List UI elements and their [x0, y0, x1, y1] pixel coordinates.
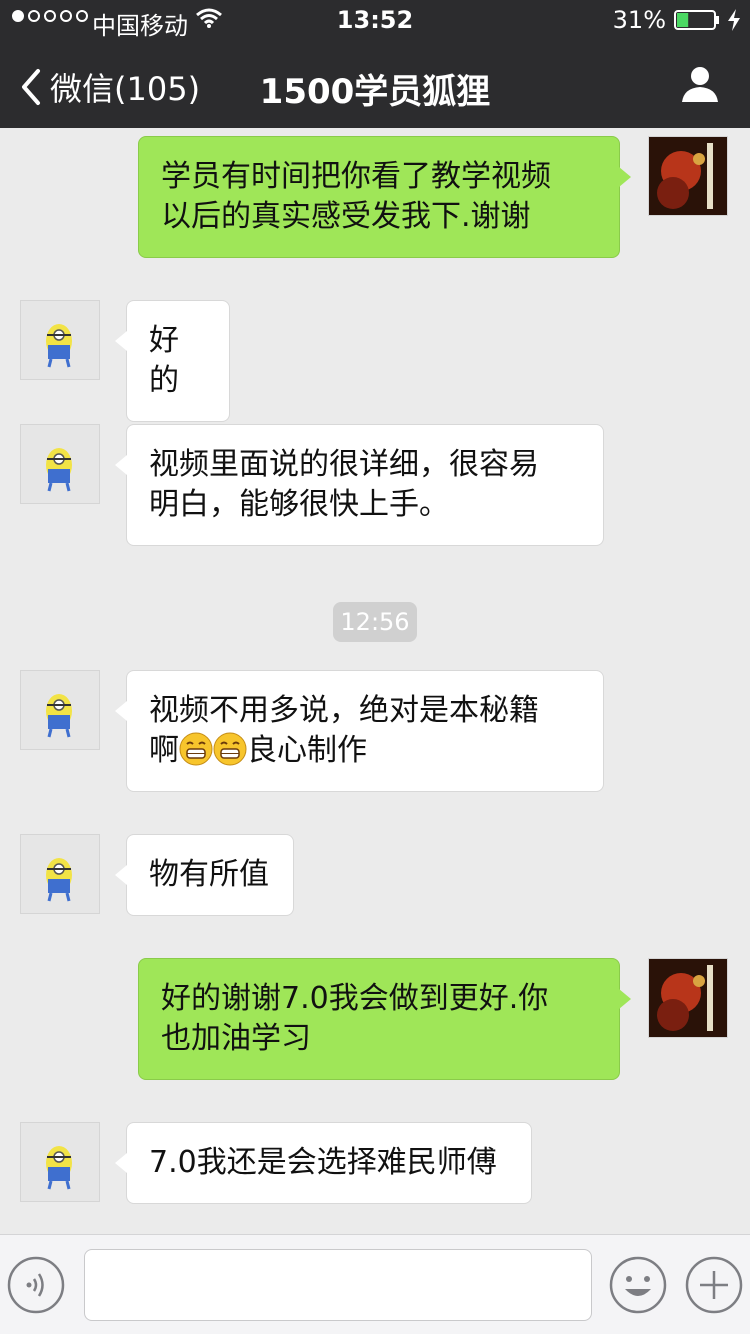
chat-title: 1500学员狐狸 [259, 72, 491, 112]
status-bar: 中国移动 13:52 31% [0, 0, 750, 40]
person-icon[interactable] [680, 64, 720, 104]
message-line: 视频里面说的很详细，很容易 [149, 447, 539, 482]
message-text: 良心制作 [247, 733, 367, 768]
navigation-bar: 微信(105) 1500学员狐狸 [0, 40, 750, 128]
contact-avatar[interactable] [20, 424, 100, 504]
message-line: 也加油学习 [161, 1021, 311, 1056]
chat-area[interactable]: 学员有时间把你看了教学视频 以后的真实感受发我下.谢谢 好的 视频里面说的很详细… [0, 128, 750, 1234]
lightning-icon [728, 9, 740, 31]
timestamp-badge: 12:56 [333, 602, 417, 642]
grinning-emoji-icon [179, 732, 213, 766]
message-bubble-outgoing[interactable]: 学员有时间把你看了教学视频 以后的真实感受发我下.谢谢 [138, 136, 631, 258]
contact-avatar[interactable] [20, 1122, 100, 1202]
contact-avatar[interactable] [20, 834, 100, 914]
message-input[interactable] [84, 1249, 592, 1321]
plus-icon[interactable] [684, 1255, 744, 1315]
message-bubble-outgoing[interactable]: 好的谢谢7.0我会做到更好.你 也加油学习 [138, 958, 631, 1080]
message-line: 学员有时间把你看了教学视频 [161, 159, 551, 194]
message-line: 以后的真实感受发我下.谢谢 [161, 199, 531, 234]
battery-icon [674, 10, 719, 30]
message-line: 视频不用多说，绝对是本秘籍 [149, 693, 539, 728]
message-line-with-emoji: 啊 良心制作 [149, 731, 581, 771]
message-bubble-incoming[interactable]: 物有所值 [115, 834, 294, 916]
message-bubble-incoming[interactable]: 7.0我还是会选择难民师傅 [115, 1122, 532, 1204]
message-line: 物有所值 [149, 857, 269, 892]
contact-avatar[interactable] [20, 300, 100, 380]
my-avatar[interactable] [648, 136, 728, 216]
top-bar: 中国移动 13:52 31% 微信(105) 1500学员狐狸 [0, 0, 750, 128]
message-bubble-incoming[interactable]: 视频里面说的很详细，很容易 明白，能够很快上手。 [115, 424, 604, 546]
voice-icon[interactable] [6, 1255, 66, 1315]
message-bubble-incoming[interactable]: 视频不用多说，绝对是本秘籍 啊 良心制作 [115, 670, 604, 792]
message-line: 明白，能够很快上手。 [149, 487, 449, 522]
grinning-emoji-icon [213, 732, 247, 766]
smiley-icon[interactable] [608, 1255, 668, 1315]
contact-avatar[interactable] [20, 670, 100, 750]
message-line: 好的谢谢7.0我会做到更好.你 [161, 981, 549, 1016]
message-text: 啊 [149, 733, 179, 768]
input-bar [0, 1234, 750, 1334]
my-avatar[interactable] [648, 958, 728, 1038]
battery-percentage: 31% [612, 6, 666, 34]
message-line: 7.0我还是会选择难民师傅 [149, 1145, 497, 1180]
message-line: 好的 [149, 323, 179, 398]
message-bubble-incoming[interactable]: 好的 [115, 300, 230, 422]
